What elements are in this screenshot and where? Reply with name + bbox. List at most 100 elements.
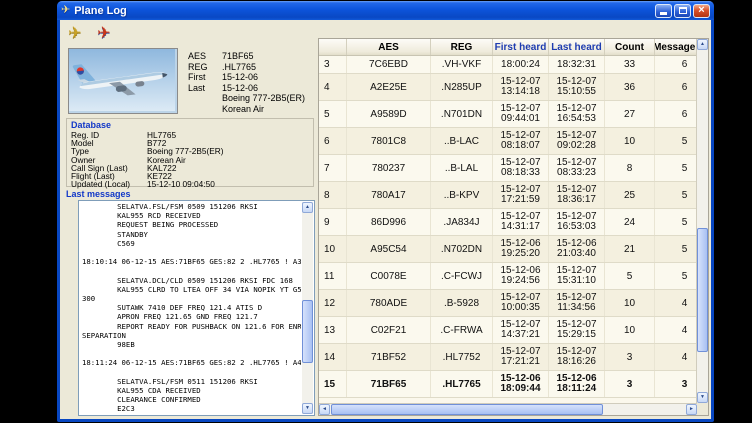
- table-vscroll-thumb[interactable]: [697, 228, 708, 352]
- cell-count: 8: [605, 155, 655, 181]
- header-reg[interactable]: REG: [431, 39, 493, 55]
- table-hscroll-thumb[interactable]: [331, 404, 603, 415]
- scroll-up-icon[interactable]: ▲: [697, 39, 708, 50]
- cell-count: 10: [605, 290, 655, 316]
- cell-last-heard: 15-12-07 18:16:26: [549, 344, 605, 370]
- cell-row-number: 10: [319, 236, 347, 262]
- table-horizontal-scrollbar[interactable]: ◄ ►: [319, 403, 697, 415]
- aircraft-photo-image: [69, 49, 175, 111]
- cell-message-count: 6: [655, 74, 697, 100]
- cell-message-count: 5: [655, 182, 697, 208]
- table-header: AES REG First heard Last heard Count Mes…: [319, 39, 697, 56]
- scroll-down-icon[interactable]: ▼: [697, 392, 708, 403]
- yellow-plane-icon[interactable]: ✈: [65, 23, 85, 43]
- summary-row: First 15-12-06: [188, 72, 305, 83]
- header-message-count[interactable]: Message cou: [655, 39, 697, 55]
- maximize-button[interactable]: [674, 4, 691, 18]
- messages-scrollbar[interactable]: ▲ ▼: [302, 202, 313, 414]
- cell-message-count: 6: [655, 56, 697, 73]
- cell-reg: ..B-KPV: [431, 182, 493, 208]
- cell-count: 27: [605, 101, 655, 127]
- close-button[interactable]: ×: [693, 4, 710, 18]
- header-count[interactable]: Count: [605, 39, 655, 55]
- cell-aes: A9589D: [347, 101, 431, 127]
- table-row[interactable]: 4 A2E25E .N285UP 15-12-07 13:14:18 15-12…: [319, 74, 697, 101]
- scroll-right-icon[interactable]: ►: [686, 404, 697, 415]
- summary-label: First: [188, 72, 222, 83]
- table-row[interactable]: 6 7801C8 ..B-LAC 15-12-07 08:18:07 15-12…: [319, 128, 697, 155]
- cell-row-number: 12: [319, 290, 347, 316]
- table-vertical-scrollbar[interactable]: ▲ ▼: [696, 39, 708, 403]
- cell-first-heard: 15-12-07 17:21:59: [493, 182, 549, 208]
- cell-count: 5: [605, 263, 655, 289]
- cell-reg: .VH-VKF: [431, 56, 493, 73]
- cell-count: 3: [605, 344, 655, 370]
- header-aes[interactable]: AES: [347, 39, 431, 55]
- table-row[interactable]: 12 780ADE .B-5928 15-12-07 10:00:35 15-1…: [319, 290, 697, 317]
- cell-last-heard: 15-12-07 11:34:56: [549, 290, 605, 316]
- table-row[interactable]: 9 86D996 .JA834J 15-12-07 14:31:17 15-12…: [319, 209, 697, 236]
- messages-scrollbar-thumb[interactable]: [302, 300, 313, 364]
- cell-reg: ..B-LAC: [431, 128, 493, 154]
- cell-count: 25: [605, 182, 655, 208]
- cell-last-heard: 15-12-07 18:36:17: [549, 182, 605, 208]
- scroll-up-icon[interactable]: ▲: [302, 202, 313, 213]
- header-last-heard[interactable]: Last heard: [549, 39, 605, 55]
- cell-last-heard: 15-12-07 09:02:28: [549, 128, 605, 154]
- cell-first-heard: 15-12-07 17:21:21: [493, 344, 549, 370]
- cell-reg: .C-FCWJ: [431, 263, 493, 289]
- cell-reg: .N702DN: [431, 236, 493, 262]
- cell-aes: 780237: [347, 155, 431, 181]
- table-row[interactable]: 5 A9589D .N701DN 15-12-07 09:44:01 15-12…: [319, 101, 697, 128]
- table-row[interactable]: 8 780A17 ..B-KPV 15-12-07 17:21:59 15-12…: [319, 182, 697, 209]
- header-first-heard[interactable]: First heard: [493, 39, 549, 55]
- window-title: Plane Log: [74, 5, 651, 17]
- cell-reg: .HL7765: [431, 371, 493, 397]
- database-row: Updated (Local) 15-12-10 09:04:50: [71, 180, 309, 188]
- cell-last-heard: 15-12-06 21:03:40: [549, 236, 605, 262]
- cell-row-number: 7: [319, 155, 347, 181]
- cell-first-heard: 15-12-06 19:24:56: [493, 263, 549, 289]
- cell-row-number: 11: [319, 263, 347, 289]
- header-rownum[interactable]: [319, 39, 347, 55]
- table-row[interactable]: 11 C0078E .C-FCWJ 15-12-06 19:24:56 15-1…: [319, 263, 697, 290]
- red-plane-icon[interactable]: ✈: [94, 23, 114, 43]
- table-row[interactable]: 3 7C6EBD .VH-VKF 18:00:24 18:32:31 33 6: [319, 56, 697, 74]
- summary-value: 15-12-06: [222, 72, 258, 83]
- cell-reg: ..B-LAL: [431, 155, 493, 181]
- table-row[interactable]: 7 780237 ..B-LAL 15-12-07 08:18:33 15-12…: [319, 155, 697, 182]
- cell-message-count: 5: [655, 128, 697, 154]
- cell-message-count: 6: [655, 101, 697, 127]
- cell-last-heard: 15-12-07 08:33:23: [549, 155, 605, 181]
- cell-aes: A95C54: [347, 236, 431, 262]
- cell-row-number: 4: [319, 74, 347, 100]
- cell-last-heard: 15-12-07 15:29:15: [549, 317, 605, 343]
- scroll-down-icon[interactable]: ▼: [302, 403, 313, 414]
- window-content: ✈ ✈: [60, 20, 711, 419]
- messages-box[interactable]: SELATVA.FSL/FSM 0509 151206 RKSI KAL955 …: [78, 200, 315, 416]
- titlebar[interactable]: ✈ Plane Log ×: [57, 1, 714, 20]
- cell-aes: 71BF65: [347, 371, 431, 397]
- cell-message-count: 5: [655, 209, 697, 235]
- table-row[interactable]: 15 71BF65 .HL7765 15-12-06 18:09:44 15-1…: [319, 371, 697, 398]
- cell-aes: 86D996: [347, 209, 431, 235]
- cell-first-heard: 15-12-07 14:31:17: [493, 209, 549, 235]
- cell-message-count: 3: [655, 371, 697, 397]
- summary-value: 15-12-06: [222, 83, 258, 94]
- cell-count: 10: [605, 317, 655, 343]
- last-messages-title: Last messages: [66, 189, 131, 199]
- summary-fields: AES 71BF65 REG .HL7765 First 15-12-06: [188, 51, 305, 93]
- cell-message-count: 4: [655, 290, 697, 316]
- table-row[interactable]: 10 A95C54 .N702DN 15-12-06 19:25:20 15-1…: [319, 236, 697, 263]
- cell-count: 3: [605, 371, 655, 397]
- cell-first-heard: 15-12-07 08:18:33: [493, 155, 549, 181]
- scroll-left-icon[interactable]: ◄: [319, 404, 330, 415]
- table-row[interactable]: 14 71BF52 .HL7752 15-12-07 17:21:21 15-1…: [319, 344, 697, 371]
- cell-row-number: 9: [319, 209, 347, 235]
- cell-first-heard: 15-12-07 14:37:21: [493, 317, 549, 343]
- minimize-button[interactable]: [655, 4, 672, 18]
- summary-row: AES 71BF65: [188, 51, 305, 62]
- table-row[interactable]: 13 C02F21 .C-FRWA 15-12-07 14:37:21 15-1…: [319, 317, 697, 344]
- database-field-label: Updated (Local): [71, 180, 147, 188]
- toolbar: ✈ ✈: [65, 22, 114, 44]
